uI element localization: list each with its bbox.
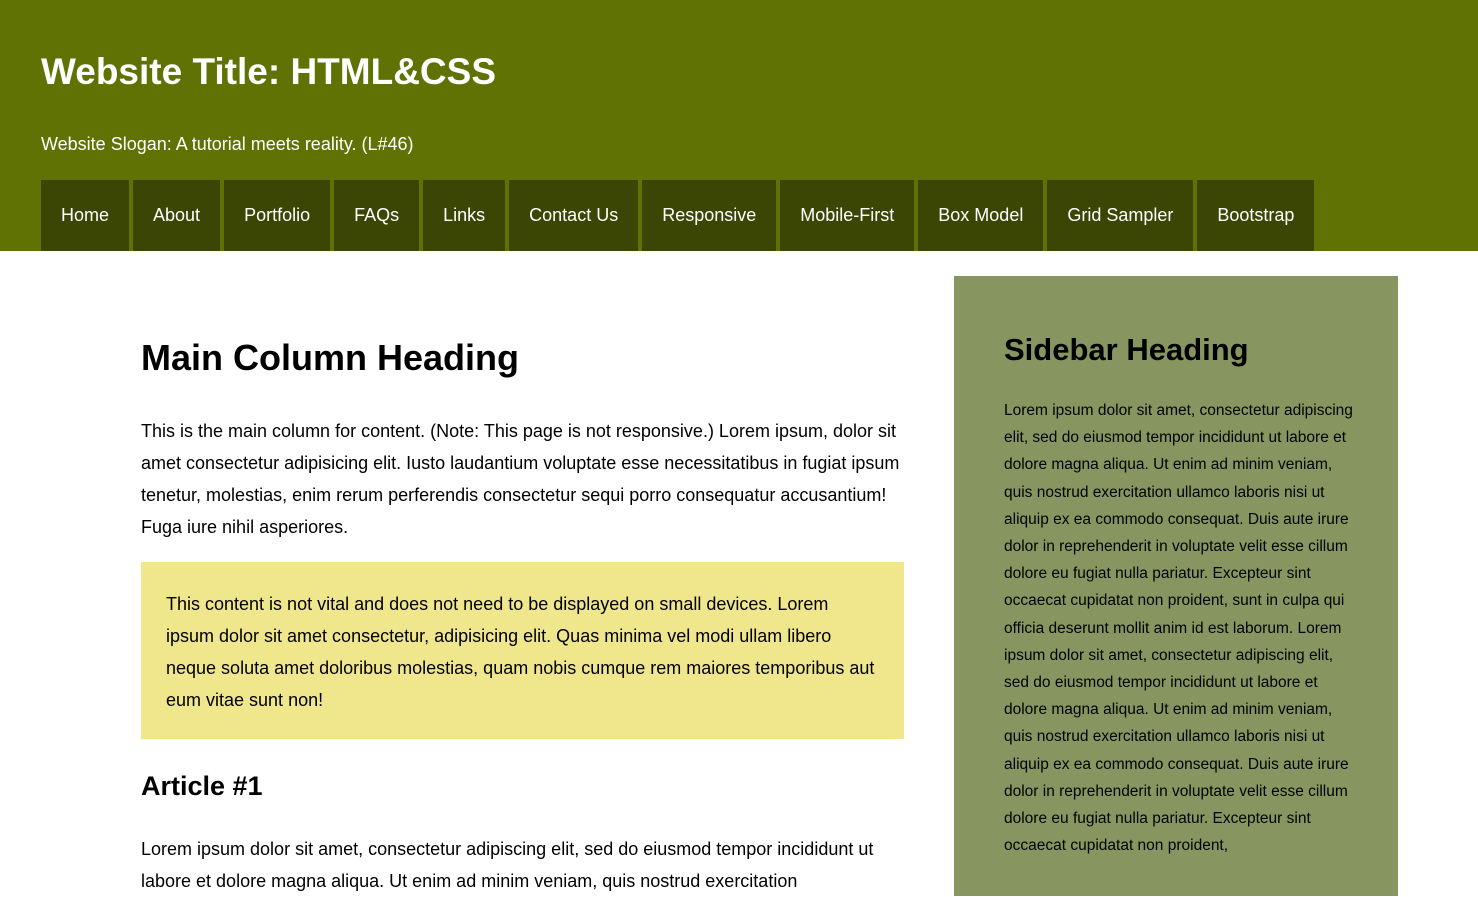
- nav-item-contact-us[interactable]: Contact Us: [509, 180, 639, 251]
- nav-item-grid-sampler[interactable]: Grid Sampler: [1047, 180, 1194, 251]
- nav-item-mobile-first[interactable]: Mobile-First: [780, 180, 915, 251]
- nav-item-links[interactable]: Links: [423, 180, 506, 251]
- main-nav: Home About Portfolio FAQs Links Contact …: [41, 180, 1315, 251]
- sidebar: Sidebar Heading Lorem ipsum dolor sit am…: [954, 276, 1398, 896]
- nav-item-faqs[interactable]: FAQs: [334, 180, 420, 251]
- nav-item-home[interactable]: Home: [41, 180, 130, 251]
- nav-item-about[interactable]: About: [133, 180, 221, 251]
- article-heading: Article #1: [141, 771, 263, 801]
- nav-item-box-model[interactable]: Box Model: [918, 180, 1044, 251]
- nav-item-portfolio[interactable]: Portfolio: [224, 180, 331, 251]
- article-paragraph: Lorem ipsum dolor sit amet, consectetur …: [141, 839, 874, 891]
- main-heading: Main Column Heading: [141, 337, 519, 378]
- optional-content-box: This content is not vital and does not n…: [141, 562, 904, 739]
- optional-content-text: This content is not vital and does not n…: [166, 594, 875, 710]
- sidebar-heading: Sidebar Heading: [1004, 332, 1249, 367]
- main-intro-paragraph: This is the main column for content. (No…: [141, 421, 900, 537]
- nav-item-bootstrap[interactable]: Bootstrap: [1197, 180, 1315, 251]
- sidebar-paragraph: Lorem ipsum dolor sit amet, consectetur …: [1004, 402, 1353, 855]
- site-slogan: Website Slogan: A tutorial meets reality…: [41, 134, 414, 154]
- site-header: Website Title: HTML&CSS Website Slogan: …: [0, 0, 1478, 251]
- nav-item-responsive[interactable]: Responsive: [642, 180, 777, 251]
- site-title: Website Title: HTML&CSS: [41, 51, 497, 92]
